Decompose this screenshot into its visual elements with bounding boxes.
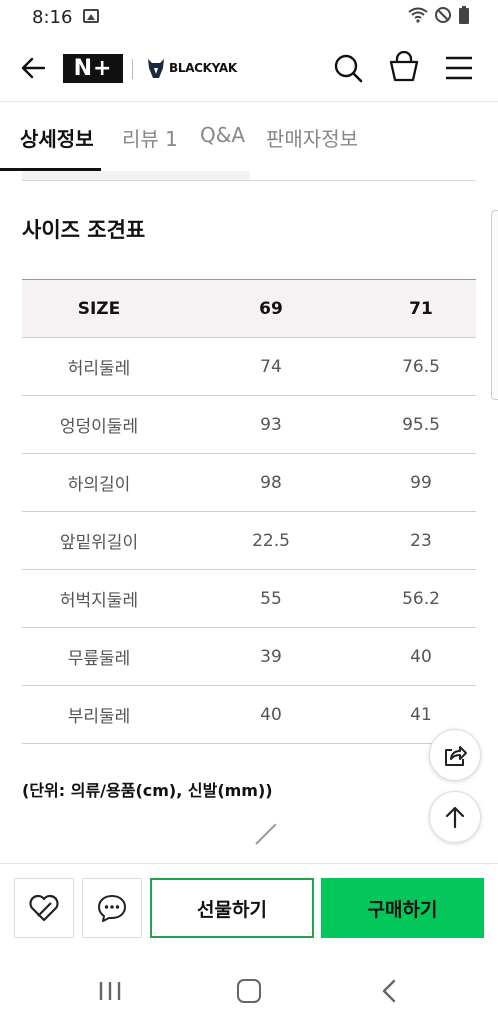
- unit-note: (단위: 의류/용품(cm), 신발(mm)): [22, 781, 273, 800]
- home-icon[interactable]: [237, 979, 261, 1003]
- product-tabs: 상세정보 리뷰 1 Q&A 판매자정보: [0, 103, 498, 171]
- table-cell: 93: [260, 414, 282, 435]
- table-row: 엉덩이둘레 93 95.5: [22, 396, 476, 454]
- table-cell: 40: [410, 646, 432, 667]
- table-cell: 95.5: [402, 414, 440, 435]
- arrow-up-icon: [445, 806, 465, 829]
- blackyak-wordmark: BLACKYAK: [169, 61, 237, 75]
- tab-seller-info[interactable]: 판매자정보: [266, 123, 358, 152]
- content-divider: [22, 180, 476, 181]
- table-row: 허리둘레 74 76.5: [22, 338, 476, 396]
- app-header: N+ BLACKYAK: [0, 36, 498, 102]
- size-chart-title: 사이즈 조견표: [22, 218, 146, 242]
- shopping-bag-icon[interactable]: [388, 51, 420, 83]
- blackyak-logo[interactable]: BLACKYAK: [146, 56, 237, 80]
- share-icon: [445, 746, 467, 766]
- buy-button[interactable]: 구매하기: [321, 878, 484, 938]
- logo-divider: [132, 59, 133, 79]
- tab-reviews[interactable]: 리뷰 1: [122, 123, 178, 152]
- table-cell: 40: [260, 704, 282, 725]
- naver-plus-logo[interactable]: N+: [63, 54, 123, 83]
- table-cell: 허리둘레: [67, 359, 131, 379]
- wishlist-button[interactable]: [14, 878, 74, 938]
- table-row: 부리둘레 40 41: [22, 686, 476, 744]
- tab-qna[interactable]: Q&A: [200, 123, 245, 147]
- chat-bubble-icon: [98, 895, 126, 922]
- table-cell: 39: [260, 646, 282, 667]
- table-row: 하의길이 98 99: [22, 454, 476, 512]
- header-cell: 69: [259, 298, 283, 319]
- gift-button[interactable]: 선물하기: [150, 878, 314, 938]
- table-cell: 하의길이: [67, 475, 131, 495]
- status-bar: 8:16: [0, 0, 498, 36]
- menu-icon[interactable]: [444, 55, 474, 81]
- back-arrow-icon[interactable]: [18, 53, 48, 83]
- table-cell: 74: [260, 356, 282, 377]
- content-image-bottom: [22, 171, 250, 180]
- wifi-icon: [408, 7, 428, 23]
- scrollbar-handle[interactable]: [491, 210, 498, 400]
- share-button[interactable]: [429, 729, 481, 781]
- heart-icon: [29, 894, 59, 922]
- do-not-disturb-icon: [435, 7, 451, 23]
- system-navigation-bar: [0, 952, 498, 1024]
- blackyak-emblem-icon: [148, 59, 164, 78]
- table-cell: 부리둘레: [67, 707, 131, 727]
- nav-back-icon[interactable]: [380, 979, 398, 1003]
- table-cell: 무릎둘레: [67, 649, 131, 669]
- table-cell: 허벅지둘레: [59, 591, 139, 611]
- table-cell: 98: [260, 472, 282, 493]
- table-cell: 23: [410, 530, 432, 551]
- table-row: 무릎둘레 39 40: [22, 628, 476, 686]
- talk-talk-button[interactable]: [82, 878, 142, 938]
- bottom-action-bar: 선물하기 구매하기: [0, 863, 498, 951]
- table-cell: 55: [260, 588, 282, 609]
- search-icon[interactable]: [333, 53, 363, 85]
- table-cell: 56.2: [402, 588, 440, 609]
- status-time: 8:16: [32, 7, 73, 28]
- table-row: 허벅지둘레 55 56.2: [22, 570, 476, 628]
- table-cell: 앞밑위길이: [59, 533, 139, 553]
- status-icons: [408, 6, 470, 24]
- table-cell: 99: [410, 472, 432, 493]
- table-cell: 엉덩이둘레: [59, 417, 139, 437]
- battery-icon: [459, 6, 469, 24]
- table-cell: 22.5: [252, 530, 290, 551]
- size-chart-table: SIZE 69 71 허리둘레 74 76.5 엉덩이둘레 93 95.5 하의…: [22, 279, 476, 744]
- image-fragment: [255, 823, 277, 845]
- header-cell: SIZE: [77, 298, 121, 319]
- recent-apps-icon[interactable]: [98, 980, 122, 1002]
- scroll-to-top-button[interactable]: [429, 791, 481, 843]
- tab-details[interactable]: 상세정보: [20, 123, 94, 152]
- table-cell: 76.5: [402, 356, 440, 377]
- table-header-row: SIZE 69 71: [22, 279, 476, 338]
- table-row: 앞밑위길이 22.5 23: [22, 512, 476, 570]
- gallery-notification-icon: [83, 9, 99, 23]
- header-cell: 71: [409, 298, 433, 319]
